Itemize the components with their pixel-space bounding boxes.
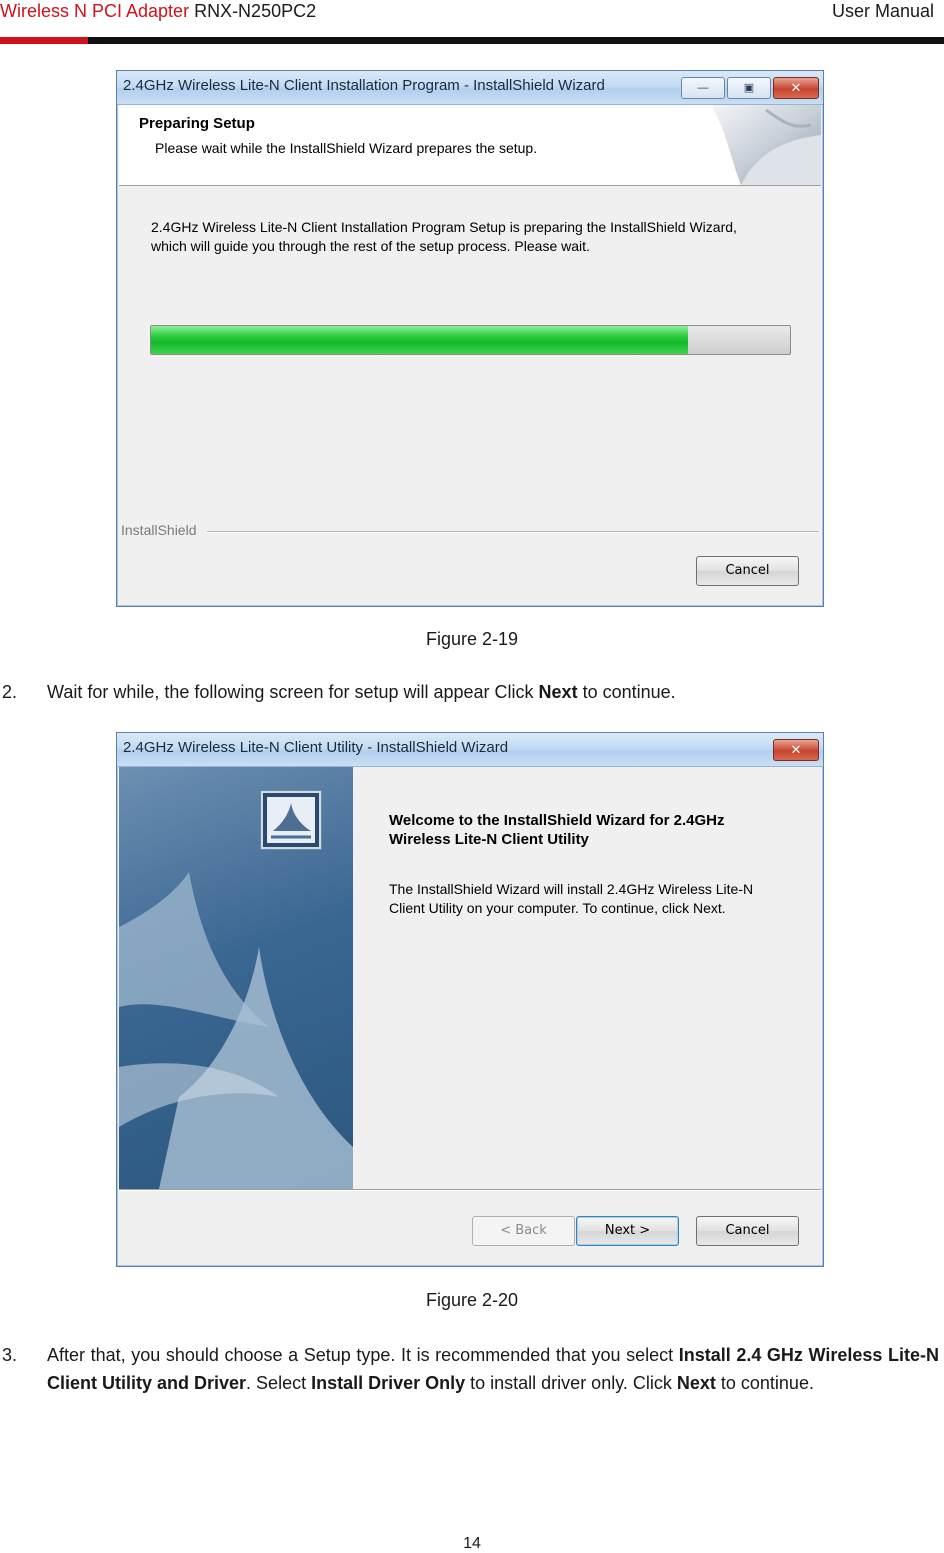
button-area-divider bbox=[119, 1189, 821, 1191]
welcome-heading-line1: Welcome to the InstallShield Wizard for … bbox=[389, 812, 725, 829]
window-title: 2.4GHz Wireless Lite-N Client Utility - … bbox=[123, 739, 509, 756]
back-button[interactable]: < Back bbox=[472, 1216, 575, 1246]
step-3-bold-next: Next bbox=[676, 1373, 716, 1393]
step-3-text-part4: to continue. bbox=[715, 1373, 814, 1393]
header-rule bbox=[0, 37, 944, 44]
wizard-side-graphic bbox=[119, 767, 353, 1189]
installshield-logo bbox=[261, 791, 321, 849]
banner-subtext: Please wait while the InstallShield Wiza… bbox=[155, 140, 538, 156]
welcome-wizard-window: 2.4GHz Wireless Lite-N Client Utility - … bbox=[116, 732, 824, 1267]
step-2-text-end: to continue. bbox=[577, 682, 676, 702]
step-3-text-part1: After that, you should choose a Setup ty… bbox=[47, 1345, 679, 1365]
welcome-heading-line2: Wireless Lite-N Client Utility bbox=[389, 831, 589, 848]
header-model: RNX-N250PC2 bbox=[189, 1, 317, 21]
preparing-message-line2: which will guide you through the rest of… bbox=[151, 238, 590, 254]
window-titlebar: 2.4GHz Wireless Lite-N Client Installati… bbox=[117, 71, 823, 105]
step-2-next-bold: Next bbox=[538, 682, 578, 702]
preparing-setup-window: 2.4GHz Wireless Lite-N Client Installati… bbox=[116, 70, 824, 607]
setup-progress-fill bbox=[151, 326, 688, 354]
preparing-message: 2.4GHz Wireless Lite-N Client Installati… bbox=[151, 218, 811, 256]
page-curl-graphic bbox=[671, 105, 821, 185]
preparing-message-line1: 2.4GHz Wireless Lite-N Client Installati… bbox=[151, 219, 737, 235]
step-2-text: Wait for while, the following screen for… bbox=[47, 678, 937, 706]
welcome-heading: Welcome to the InstallShield Wizard for … bbox=[389, 811, 724, 849]
page-number: 14 bbox=[463, 1535, 481, 1552]
cancel-button[interactable]: Cancel bbox=[696, 1216, 799, 1246]
banner-heading: Preparing Setup bbox=[139, 115, 255, 132]
step-3-bold-driver-only: Install Driver Only bbox=[311, 1373, 466, 1393]
step-2-number: 2. bbox=[2, 682, 18, 702]
next-button[interactable]: Next > bbox=[576, 1216, 679, 1246]
close-icon[interactable]: ✕ bbox=[773, 77, 819, 99]
step-3-number: 3. bbox=[2, 1345, 18, 1365]
window-title: 2.4GHz Wireless Lite-N Client Installati… bbox=[123, 77, 605, 94]
step-2-text-start: Wait for while, the following screen for… bbox=[47, 682, 539, 702]
step-3-text-part2: . Select bbox=[246, 1373, 312, 1393]
header-title: Wireless N PCI Adapter RNX-N250PC2 bbox=[0, 0, 316, 22]
figure-2-19-caption: Figure 2-19 bbox=[425, 629, 519, 649]
window-titlebar: 2.4GHz Wireless Lite-N Client Utility - … bbox=[117, 733, 823, 767]
step-3-text-part3: to install driver only. Click bbox=[465, 1373, 677, 1393]
maximize-icon[interactable]: ▣ bbox=[727, 77, 771, 99]
figure-2-20-caption: Figure 2-20 bbox=[425, 1290, 519, 1310]
brand-divider bbox=[207, 531, 819, 533]
header-doc-type: User Manual bbox=[831, 1, 934, 21]
wizard-banner: Preparing Setup Please wait while the In… bbox=[119, 105, 821, 186]
step-3-text: After that, you should choose a Setup ty… bbox=[47, 1341, 939, 1397]
close-icon[interactable]: ✕ bbox=[773, 739, 819, 761]
minimize-icon[interactable]: — bbox=[681, 77, 725, 99]
welcome-body: The InstallShield Wizard will install 2.… bbox=[389, 880, 753, 918]
setup-progress-bar bbox=[150, 325, 791, 355]
header-rule-accent bbox=[0, 37, 88, 44]
welcome-body-line2: Client Utility on your computer. To cont… bbox=[389, 900, 726, 916]
header-product: Wireless N PCI Adapter bbox=[0, 1, 190, 21]
installshield-brand: InstallShield bbox=[121, 522, 197, 538]
welcome-body-line1: The InstallShield Wizard will install 2.… bbox=[389, 881, 754, 897]
cancel-button[interactable]: Cancel bbox=[696, 556, 799, 586]
